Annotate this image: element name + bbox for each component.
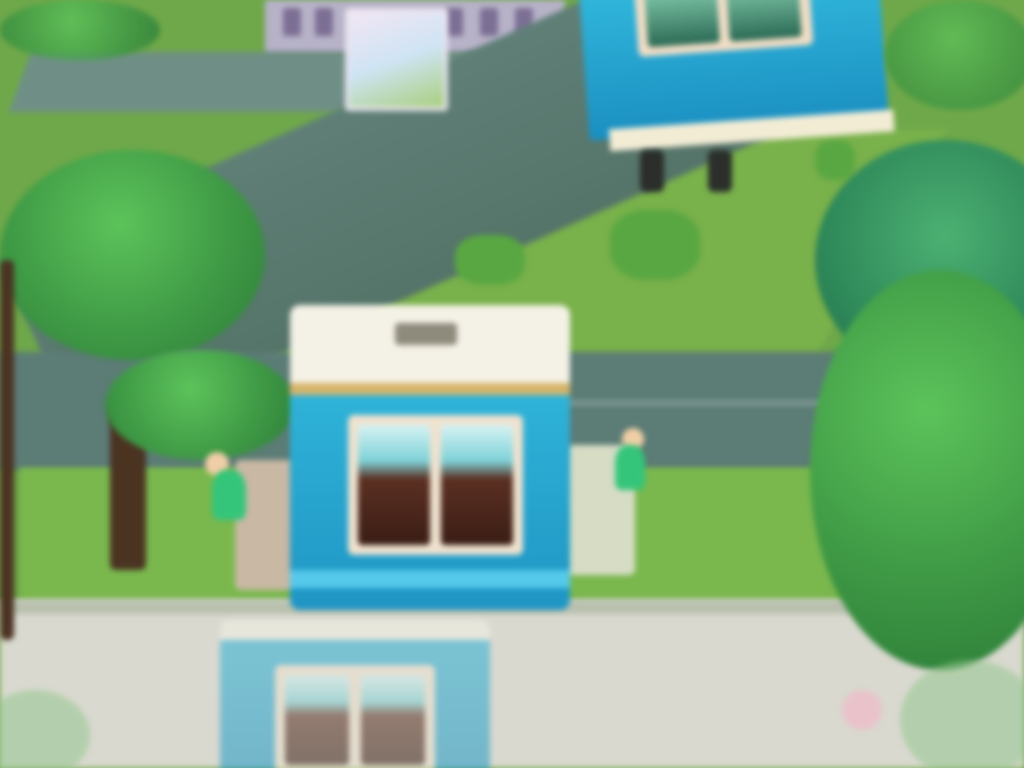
building-window	[283, 8, 301, 36]
cube-door-frame	[633, 0, 814, 58]
cube-stripe	[290, 570, 570, 588]
character[interactable]	[212, 470, 246, 520]
tree-canopy-right-top	[885, 0, 1024, 110]
building-window	[480, 8, 498, 36]
cube-door-right	[441, 425, 513, 545]
cube-door-left	[358, 425, 430, 545]
cube-machine-main[interactable]	[290, 305, 570, 610]
billboard-poster	[345, 8, 448, 111]
road-marking	[560, 400, 830, 406]
building-window	[315, 8, 333, 36]
machine-leg	[708, 150, 732, 192]
tree-canopy-lower	[105, 350, 295, 460]
cube-door-left	[285, 675, 349, 765]
bush	[610, 210, 700, 280]
cube-body	[290, 395, 570, 610]
cube-slot	[395, 323, 457, 345]
game-scene[interactable]	[0, 0, 1024, 768]
cube-body	[220, 640, 490, 768]
character[interactable]	[615, 445, 645, 490]
cube-machine-preview	[220, 620, 490, 768]
pole	[0, 260, 14, 640]
cube-door-right	[726, 0, 802, 42]
character-faint	[842, 690, 882, 730]
cube-door-frame	[275, 665, 435, 768]
cube-door-frame	[348, 415, 523, 555]
machine-leg	[640, 150, 664, 192]
tree-canopy	[0, 150, 265, 360]
bush	[455, 235, 525, 285]
cube-machine-upper[interactable]	[579, 0, 901, 171]
cube-door-left	[644, 0, 721, 48]
cube-top	[290, 305, 570, 385]
tree-canopy-top	[0, 0, 160, 60]
cube-door-right	[361, 675, 425, 765]
